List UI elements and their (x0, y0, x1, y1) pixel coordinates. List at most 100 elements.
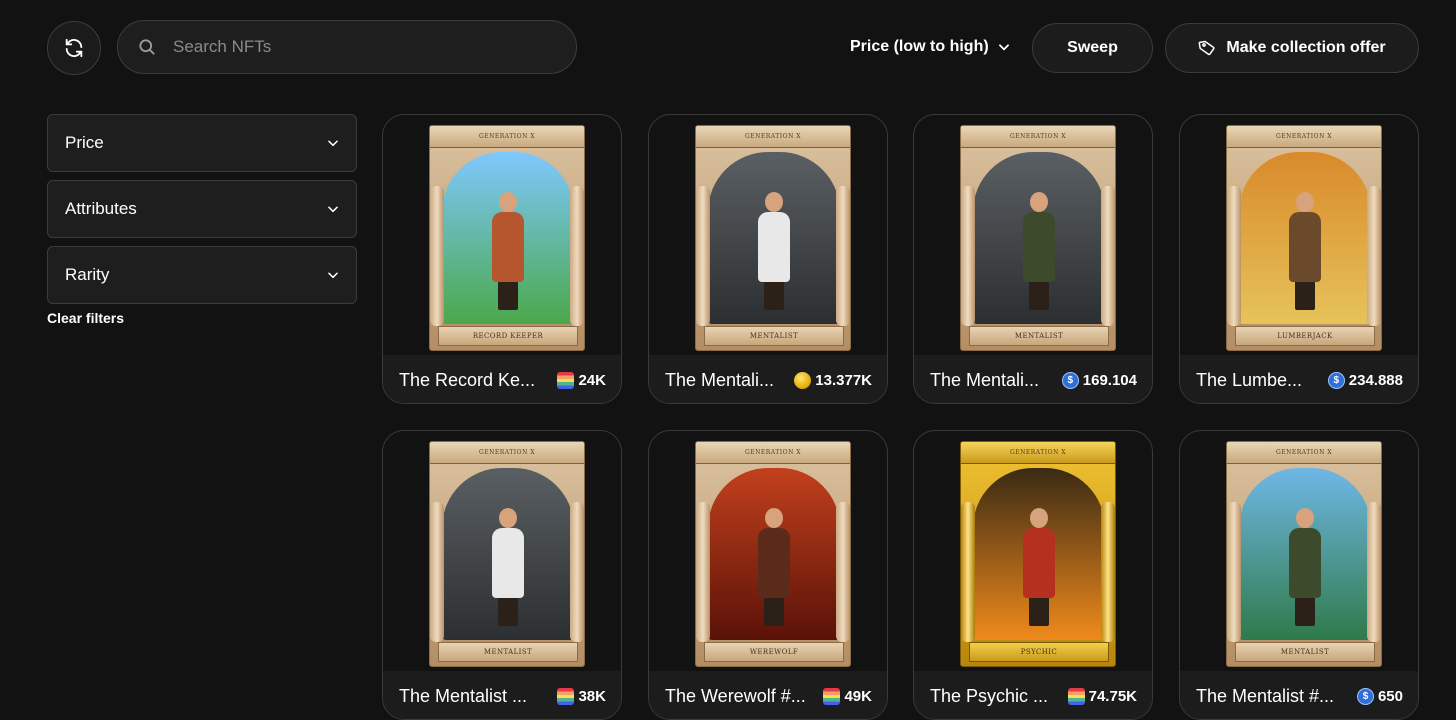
nft-image: GENERATION X PSYCHIC (960, 441, 1116, 667)
nft-class-plaque: MENTALIST (969, 326, 1109, 346)
statue-right (1367, 186, 1381, 326)
nft-price: 169.104 (1061, 371, 1137, 389)
chevron-down-icon (328, 272, 338, 279)
nft-scene (708, 468, 840, 640)
nft-image: GENERATION X MENTALIST (695, 125, 851, 351)
nft-character (754, 508, 794, 628)
stripe-token-icon (557, 687, 575, 705)
refresh-icon (65, 38, 83, 58)
nft-card[interactable]: GENERATION X MENTALIST The Mentalist #... 6… (1179, 430, 1419, 720)
search-bar[interactable] (117, 20, 577, 74)
statue-right (570, 186, 584, 326)
nft-character (1019, 508, 1059, 628)
nft-scene (708, 152, 840, 324)
sort-dropdown[interactable]: Price (low to high) (850, 34, 1011, 60)
nft-card-footer: The Record Ke... 24K (383, 355, 621, 403)
tag-icon (1198, 40, 1215, 56)
nft-image: GENERATION X MENTALIST (429, 441, 585, 667)
nft-card[interactable]: GENERATION X LUMBERJACK The Lumbe... 234.88… (1179, 114, 1419, 404)
statue-left (696, 502, 710, 642)
nft-price: 24K (557, 371, 606, 389)
nft-card[interactable]: GENERATION X RECORD KEEPER The Record Ke..… (382, 114, 622, 404)
statue-left (430, 502, 444, 642)
statue-left (961, 186, 975, 326)
nft-class-plaque: WEREWOLF (704, 642, 844, 662)
nft-generation-label: GENERATION X (478, 449, 536, 456)
nft-image: GENERATION X MENTALIST (1226, 441, 1382, 667)
nft-generation-label: GENERATION X (1009, 449, 1067, 456)
filter-rarity[interactable]: Rarity (47, 246, 357, 304)
nft-card-footer: The Mentali... 13.377K (649, 355, 887, 403)
nft-card-footer: The Mentalist #... 650 (1180, 671, 1418, 719)
nft-price: 650 (1356, 687, 1403, 705)
statue-left (961, 502, 975, 642)
nft-class-plaque: MENTALIST (704, 326, 844, 346)
nft-generation-label: GENERATION X (1275, 449, 1333, 456)
nft-character (1285, 508, 1325, 628)
filter-label: Rarity (65, 265, 110, 284)
filter-label: Price (65, 133, 104, 152)
nft-card[interactable]: GENERATION X WEREWOLF The Werewolf #... 49K (648, 430, 888, 720)
clear-filters-link[interactable]: Clear filters (47, 310, 124, 326)
statue-left (696, 186, 710, 326)
nft-card-footer: The Lumbe... 234.888 (1180, 355, 1418, 403)
gold-coin-icon (794, 371, 812, 389)
nft-card[interactable]: GENERATION X MENTALIST The Mentali... 169.1… (913, 114, 1153, 404)
nft-price: 38K (557, 687, 606, 705)
sweep-button[interactable]: Sweep (1032, 23, 1153, 73)
nft-character (1285, 192, 1325, 312)
nft-price-value: 234.888 (1348, 371, 1403, 389)
nft-card[interactable]: GENERATION X MENTALIST The Mentali... 13.37… (648, 114, 888, 404)
nft-price: 234.888 (1327, 371, 1403, 389)
nft-scene (442, 152, 574, 324)
refresh-button[interactable] (47, 21, 101, 75)
statue-left (1227, 186, 1241, 326)
statue-right (836, 502, 850, 642)
nft-image: GENERATION X RECORD KEEPER (429, 125, 585, 351)
nft-price-value: 74.75K (1088, 687, 1137, 705)
statue-left (430, 186, 444, 326)
nft-price: 49K (823, 687, 872, 705)
nft-price-value: 49K (844, 687, 872, 705)
sort-label: Price (low to high) (850, 38, 989, 55)
filter-price[interactable]: Price (47, 114, 357, 172)
statue-right (570, 502, 584, 642)
nft-card[interactable]: GENERATION X PSYCHIC The Psychic ... 74.75K (913, 430, 1153, 720)
search-input[interactable] (171, 36, 551, 58)
statue-left (1227, 502, 1241, 642)
nft-character (488, 192, 528, 312)
nft-name: The Mentali... (665, 369, 775, 390)
stripe-token-icon (557, 371, 575, 389)
nft-scene (973, 468, 1105, 640)
chevron-down-icon (328, 140, 338, 147)
nft-price: 13.377K (794, 371, 872, 389)
nft-class-plaque: LUMBERJACK (1235, 326, 1375, 346)
nft-card-footer: The Mentalist ... 38K (383, 671, 621, 719)
nft-class-plaque: MENTALIST (438, 642, 578, 662)
stripe-token-icon (1067, 687, 1085, 705)
stripe-token-icon (823, 687, 841, 705)
nft-card-footer: The Mentali... 169.104 (914, 355, 1152, 403)
nft-scene (1239, 152, 1371, 324)
nft-card[interactable]: GENERATION X MENTALIST The Mentalist ... 38… (382, 430, 622, 720)
statue-right (1101, 502, 1115, 642)
nft-character (754, 192, 794, 312)
nft-generation-label: GENERATION X (744, 133, 802, 140)
usdc-token-icon (1327, 371, 1345, 389)
nft-character (488, 508, 528, 628)
nft-price-value: 24K (578, 371, 606, 389)
nft-class-plaque: PSYCHIC (969, 642, 1109, 662)
nft-price: 74.75K (1067, 687, 1137, 705)
nft-image: GENERATION X WEREWOLF (695, 441, 851, 667)
chevron-down-icon (328, 206, 338, 213)
offer-label: Make collection offer (1226, 39, 1386, 56)
nft-generation-label: GENERATION X (744, 449, 802, 456)
filter-attributes[interactable]: Attributes (47, 180, 357, 238)
make-collection-offer-button[interactable]: Make collection offer (1165, 23, 1419, 73)
nft-name: The Lumbe... (1196, 369, 1303, 390)
nft-price-value: 13.377K (815, 371, 872, 389)
nft-class-plaque: RECORD KEEPER (438, 326, 578, 346)
search-icon (139, 39, 155, 55)
usdc-token-icon (1356, 687, 1374, 705)
nft-price-value: 169.104 (1082, 371, 1137, 389)
